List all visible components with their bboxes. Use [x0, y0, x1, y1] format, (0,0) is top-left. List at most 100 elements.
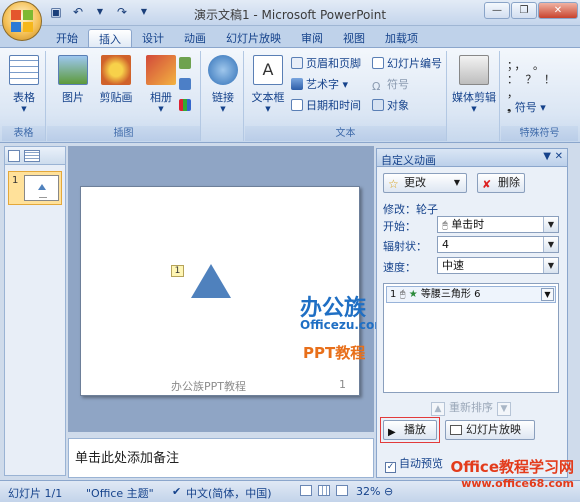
pane-header: 自定义动画 ▼ ✕ [377, 149, 567, 167]
zoom-level[interactable]: 32% [356, 485, 380, 498]
thumbnail-preview [24, 175, 59, 201]
minimize-button[interactable]: — [484, 2, 510, 19]
header-footer-label: 页眉和页脚 [306, 57, 361, 70]
slide-number[interactable]: 1 [339, 378, 346, 391]
window-controls: — ❐ ✕ [484, 2, 578, 19]
pane-menu-icon[interactable]: ▼ [543, 151, 551, 162]
spokes-label: 辐射状： [383, 240, 427, 253]
tab-insert[interactable]: 插入 [88, 29, 132, 48]
group-label-illustrations: 插图 [47, 126, 200, 141]
close-button[interactable]: ✕ [538, 2, 578, 19]
restore-button[interactable]: ❐ [511, 2, 537, 19]
site-watermark-cn: Office教程学习网 [450, 458, 574, 476]
slideshow-view-icon[interactable] [336, 485, 348, 496]
play-button[interactable]: ▶ 播放 [383, 420, 437, 440]
slide-thumbnail[interactable]: 1 [8, 171, 62, 205]
tab-animations[interactable]: 动画 [174, 29, 216, 48]
play-label: 播放 [404, 423, 426, 436]
slide-footer[interactable]: 办公族PPT教程 [171, 378, 246, 394]
group-special-symbols: ；， 。 ： ？ ！ ， ❟ 符号 ▾ 特殊符号 [501, 51, 578, 141]
textbox-button[interactable]: A 文本框 ▼ [247, 55, 289, 113]
link-icon [208, 55, 238, 85]
normal-view-icon[interactable] [300, 485, 312, 496]
wordart-button[interactable]: 艺术字 ▾ [291, 76, 348, 93]
isosceles-triangle-shape[interactable] [191, 264, 231, 298]
group-label-tables: 表格 [2, 126, 45, 141]
slide-number-button[interactable]: 幻灯片编号 [372, 55, 442, 72]
thumbnail-footer [39, 197, 47, 198]
slideshow-button[interactable]: 幻灯片放映 [445, 420, 535, 440]
header-footer-button[interactable]: 页眉和页脚 [291, 55, 361, 72]
datetime-label: 日期和时间 [306, 99, 361, 112]
slides-tab-icon[interactable] [8, 150, 20, 162]
animation-name: 等腰三角形 6 [420, 289, 481, 300]
status-slide: 幻灯片 1/1 [8, 487, 63, 500]
zoom-out-icon[interactable]: ⊖ [384, 485, 393, 498]
table-button[interactable]: 表格 ▼ [4, 55, 44, 113]
checkmark-icon: ✓ [385, 462, 396, 473]
tab-slideshow[interactable]: 幻灯片放映 [216, 29, 291, 48]
clipart-label: 剪贴画 [99, 91, 133, 104]
autopreview-label: 自动预览 [399, 457, 443, 470]
autopreview-checkbox[interactable]: ✓ 自动预览 [385, 455, 443, 473]
calendar-icon [291, 99, 303, 111]
spellcheck-icon[interactable]: ✔ [172, 485, 181, 498]
table-label: 表格 [13, 91, 35, 104]
chevron-down-icon: ▼ [220, 105, 226, 113]
group-text: A 文本框 ▼ 页眉和页脚 艺术字 ▾ 日期和时间 幻灯片编号 Ω 符号 对象 文… [245, 51, 447, 141]
chevron-down-icon: ▼ [543, 258, 558, 273]
object-button[interactable]: 对象 [372, 97, 409, 114]
wordart-label: 艺术字 [306, 78, 339, 91]
slides-panel: 1 [4, 146, 66, 476]
status-theme[interactable]: "Office 主题" [86, 485, 154, 501]
spokes-value: 4 [442, 238, 449, 251]
move-down-icon[interactable]: ▼ [497, 402, 511, 416]
chevron-down-icon[interactable]: ▼ [541, 288, 554, 301]
chart-button[interactable] [179, 97, 194, 114]
special-symbol-button[interactable]: ❟ 符号 ▾ [507, 99, 546, 116]
tab-design[interactable]: 设计 [132, 29, 174, 48]
symbol-button[interactable]: Ω 符号 [372, 76, 409, 93]
close-icon[interactable]: ✕ [555, 151, 563, 162]
start-select[interactable]: 🖰 单击时 ▼ [437, 216, 559, 233]
move-up-icon[interactable]: ▲ [431, 402, 445, 416]
spokes-select[interactable]: 4 ▼ [437, 236, 559, 253]
links-label: 链接 [212, 91, 234, 104]
group-tables: 表格 ▼ 表格 [2, 51, 46, 141]
sorter-view-icon[interactable] [318, 485, 330, 496]
symbol-gallery[interactable]: ；， 。 ： ？ ！ ， [507, 59, 557, 101]
tab-view[interactable]: 视图 [333, 29, 375, 48]
chevron-down-icon: ▼ [158, 105, 164, 113]
animation-list-item[interactable]: 1 🖰 ★ 等腰三角形 6 ▼ [386, 286, 556, 303]
site-watermark-en: www.office68.com [461, 477, 574, 490]
clipart-button[interactable]: 剪贴画 [93, 55, 139, 105]
picture-button[interactable]: 图片 [53, 55, 93, 105]
media-clip-button[interactable]: 媒体剪辑 ▼ [450, 55, 498, 113]
delete-button[interactable]: ✘ 删除 [477, 173, 525, 193]
object-icon [372, 99, 384, 111]
notes-pane[interactable]: 单击此处添加备注 [68, 438, 374, 478]
smartart-button[interactable] [179, 76, 194, 93]
tab-addins[interactable]: 加载项 [375, 29, 428, 48]
links-button[interactable]: 链接 ▼ [203, 55, 243, 113]
reorder-controls: ▲ 重新排序 ▼ [427, 399, 515, 416]
chart-icon [179, 99, 191, 111]
slideshow-label: 幻灯片放映 [466, 423, 521, 436]
speed-label: 速度： [383, 261, 416, 274]
office-button[interactable] [2, 1, 42, 41]
tab-review[interactable]: 审阅 [291, 29, 333, 48]
animation-order-badge[interactable]: 1 [171, 265, 184, 277]
office-logo-icon [11, 10, 33, 32]
outline-tab-icon[interactable] [24, 150, 40, 162]
speed-select[interactable]: 中速 ▼ [437, 257, 559, 274]
change-button[interactable]: ☆ 更改 ▼ [383, 173, 467, 193]
object-label: 对象 [387, 99, 409, 112]
shapes-button[interactable] [179, 55, 194, 72]
tab-home[interactable]: 开始 [46, 29, 88, 48]
group-media: 媒体剪辑 ▼ [448, 51, 500, 141]
datetime-button[interactable]: 日期和时间 [291, 97, 361, 114]
picture-label: 图片 [62, 91, 84, 104]
status-language[interactable]: 中文(简体，中国) [186, 485, 272, 501]
wordart-icon [291, 78, 303, 90]
album-button[interactable]: 相册 ▼ [141, 55, 181, 113]
